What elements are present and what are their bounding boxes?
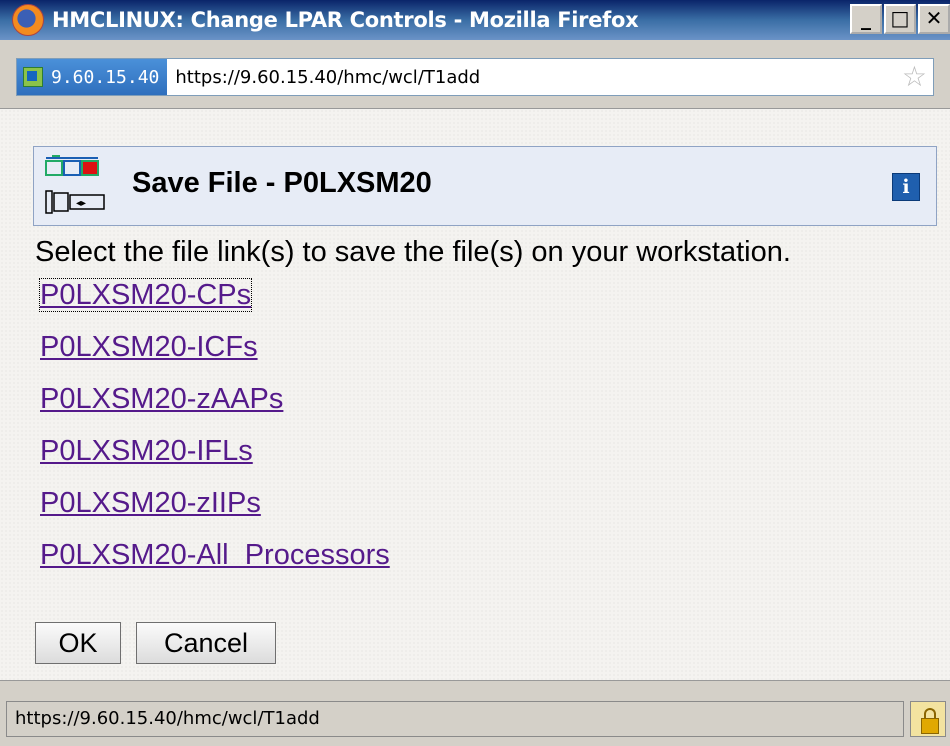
lpar-task-icon: ◂▸	[45, 155, 105, 214]
status-bar: https://9.60.15.40/hmc/wcl/T1add	[0, 680, 950, 746]
info-icon[interactable]: i	[892, 173, 920, 201]
dialog-content: ◂▸ Save File - P0LXSM20 i Select the fil…	[0, 109, 950, 680]
ok-button[interactable]: OK	[35, 622, 121, 664]
minimize-button[interactable]: _	[850, 4, 882, 34]
maximize-button[interactable]: □	[884, 4, 916, 34]
dialog-header: ◂▸ Save File - P0LXSM20 i	[33, 146, 937, 226]
file-link-label: P0LXSM20-CPs	[38, 278, 253, 312]
file-link-label: P0LXSM20-All Processors	[40, 539, 390, 571]
site-icon	[23, 67, 43, 87]
lock-icon[interactable]	[910, 701, 946, 737]
address-bar: 9.60.15.40 https://9.60.15.40/hmc/wcl/T1…	[0, 40, 950, 109]
file-link-label: P0LXSM20-zAAPs	[40, 383, 284, 415]
firefox-logo-icon	[12, 4, 44, 36]
file-link-ziips[interactable]: P0LXSM20-zIIPs	[40, 487, 390, 539]
cancel-button[interactable]: Cancel	[136, 622, 276, 664]
file-link-label: P0LXSM20-zIIPs	[40, 487, 261, 519]
lock-body	[921, 718, 939, 734]
star-icon[interactable]: ☆	[902, 61, 927, 93]
url-text[interactable]: https://9.60.15.40/hmc/wcl/T1add	[175, 67, 480, 88]
dialog-title: Save File - P0LXSM20	[132, 167, 432, 199]
file-link-label: P0LXSM20-IFLs	[40, 435, 253, 467]
site-identity-button[interactable]: 9.60.15.40	[17, 59, 168, 95]
close-button[interactable]: ✕	[918, 4, 950, 34]
file-link-cps[interactable]: P0LXSM20-CPs	[38, 278, 390, 331]
svg-text:◂▸: ◂▸	[76, 198, 86, 209]
dialog-buttons: OK Cancel	[35, 622, 276, 664]
window-controls: _ □ ✕	[850, 4, 950, 34]
file-link-all-processors[interactable]: P0LXSM20-All Processors	[40, 539, 390, 591]
file-link-list: P0LXSM20-CPs P0LXSM20-ICFs P0LXSM20-zAAP…	[38, 278, 390, 591]
instructions-text: Select the file link(s) to save the file…	[35, 236, 791, 268]
file-link-zaaps[interactable]: P0LXSM20-zAAPs	[40, 383, 390, 435]
window-title-bar: HMCLINUX: Change LPAR Controls - Mozilla…	[0, 0, 950, 40]
file-link-ifls[interactable]: P0LXSM20-IFLs	[40, 435, 390, 487]
file-link-icfs[interactable]: P0LXSM20-ICFs	[40, 331, 390, 383]
file-link-label: P0LXSM20-ICFs	[40, 331, 258, 363]
url-field[interactable]: 9.60.15.40 https://9.60.15.40/hmc/wcl/T1…	[16, 58, 934, 96]
window-title: HMCLINUX: Change LPAR Controls - Mozilla…	[52, 8, 639, 32]
site-identity-text: 9.60.15.40	[51, 66, 160, 88]
status-text: https://9.60.15.40/hmc/wcl/T1add	[6, 701, 904, 737]
